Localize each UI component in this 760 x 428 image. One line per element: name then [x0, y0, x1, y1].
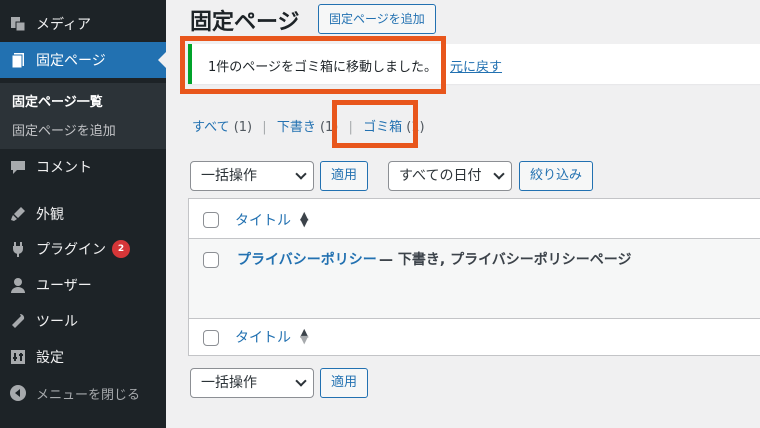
menu-label-pages: 固定ページ	[36, 53, 106, 69]
chevron-down-icon	[295, 168, 307, 180]
user-icon	[0, 267, 36, 303]
view-separator: |	[262, 120, 267, 135]
filter-button[interactable]: 絞り込み	[519, 161, 594, 191]
menu-label-media: メディア	[36, 17, 92, 33]
menu-label-collapse: メニューを閉じる	[36, 387, 141, 403]
view-draft-count: (1)	[319, 120, 339, 135]
apply-button-top[interactable]: 適用	[320, 161, 369, 191]
menu-label-comments: コメント	[36, 160, 92, 176]
table-footer: タイトル ▲ ▼	[189, 319, 760, 357]
page-title: 固定ページ	[190, 10, 300, 35]
menu-item-comments[interactable]: コメント	[0, 149, 166, 185]
admin-sidebar: メディア 固定ページ 固定ページ一覧 固定ページを追加 コメント 外観 プラグイ…	[0, 0, 166, 428]
menu-item-tools[interactable]: ツール	[0, 303, 166, 339]
table-header: タイトル ▲ ▼	[189, 199, 760, 239]
menu-label-settings: 設定	[36, 350, 64, 366]
sort-icon: ▲ ▼	[300, 209, 309, 229]
menu-item-plugins[interactable]: プラグイン 2	[0, 231, 166, 267]
settings-icon	[0, 339, 36, 375]
menu-item-appearance[interactable]: 外観	[0, 196, 166, 232]
row-checkbox[interactable]	[203, 252, 219, 268]
submenu-all-pages[interactable]: 固定ページ一覧	[12, 91, 103, 110]
collapse-menu-button[interactable]: メニューを閉じる	[0, 375, 166, 411]
success-notice: 1件のページをゴミ箱に移動しました。 元に戻す	[188, 44, 760, 84]
menu-item-media[interactable]: メディア	[0, 6, 166, 42]
active-indicator	[158, 52, 166, 68]
view-separator: |	[348, 120, 353, 135]
menu-item-users[interactable]: ユーザー	[0, 267, 166, 303]
menu-item-settings[interactable]: 設定	[0, 339, 166, 375]
notice-message: 1件のページをゴミ箱に移動しました。	[208, 60, 438, 75]
view-filters: すべて (1) | 下書き (1) | ゴミ箱 (1)	[192, 116, 425, 135]
view-draft-link[interactable]: 下書き	[277, 120, 316, 135]
paintbrush-icon	[0, 196, 36, 232]
view-trash-count: (1)	[406, 120, 425, 135]
submenu-add-page[interactable]: 固定ページを追加	[12, 120, 116, 139]
plugin-icon	[0, 231, 36, 267]
view-trash-link[interactable]: ゴミ箱	[363, 120, 402, 135]
wrench-icon	[0, 303, 36, 339]
date-filter-select[interactable]: すべての日付	[388, 161, 512, 191]
page-icon	[0, 42, 36, 78]
column-title-sort[interactable]: タイトル	[235, 210, 291, 230]
pages-table: タイトル ▲ ▼ プライバシーポリシー — 下書き, プライバシーポリシーページ …	[188, 198, 760, 356]
menu-item-pages[interactable]: 固定ページ	[0, 42, 166, 78]
table-row: プライバシーポリシー — 下書き, プライバシーポリシーページ	[189, 239, 760, 319]
chevron-down-icon	[493, 168, 505, 180]
post-state: — 下書き, プライバシーポリシーページ	[379, 252, 632, 268]
column-title-sort-footer[interactable]: タイトル	[235, 327, 291, 347]
menu-label-users: ユーザー	[36, 278, 92, 294]
comment-icon	[0, 149, 36, 185]
media-icon	[0, 6, 36, 42]
chevron-down-icon	[295, 375, 307, 387]
select-all-checkbox[interactable]	[203, 212, 219, 228]
menu-label-tools: ツール	[36, 314, 78, 330]
post-title-link[interactable]: プライバシーポリシー	[237, 249, 377, 269]
bulk-action-value: 一括操作	[201, 375, 257, 391]
select-all-checkbox-footer[interactable]	[203, 330, 219, 346]
undo-link[interactable]: 元に戻す	[450, 56, 502, 75]
collapse-icon	[0, 375, 36, 411]
apply-button-bottom[interactable]: 適用	[320, 368, 369, 398]
sort-icon: ▲ ▼	[300, 326, 309, 346]
bulk-action-select-top[interactable]: 一括操作	[190, 161, 314, 191]
menu-label-appearance: 外観	[36, 207, 64, 223]
menu-label-plugins: プラグイン	[36, 242, 106, 258]
view-all-link[interactable]: すべて	[192, 120, 230, 135]
date-filter-value: すべての日付	[399, 168, 482, 184]
add-page-button[interactable]: 固定ページを追加	[318, 4, 436, 34]
view-all-count: (1)	[233, 120, 253, 135]
plugin-update-badge: 2	[112, 240, 130, 258]
main-content: 固定ページ 固定ページを追加 1件のページをゴミ箱に移動しました。 元に戻す す…	[166, 0, 760, 428]
bulk-action-value: 一括操作	[201, 168, 257, 184]
pages-submenu: 固定ページ一覧 固定ページを追加	[0, 83, 166, 149]
bulk-action-select-bottom[interactable]: 一括操作	[190, 368, 314, 398]
